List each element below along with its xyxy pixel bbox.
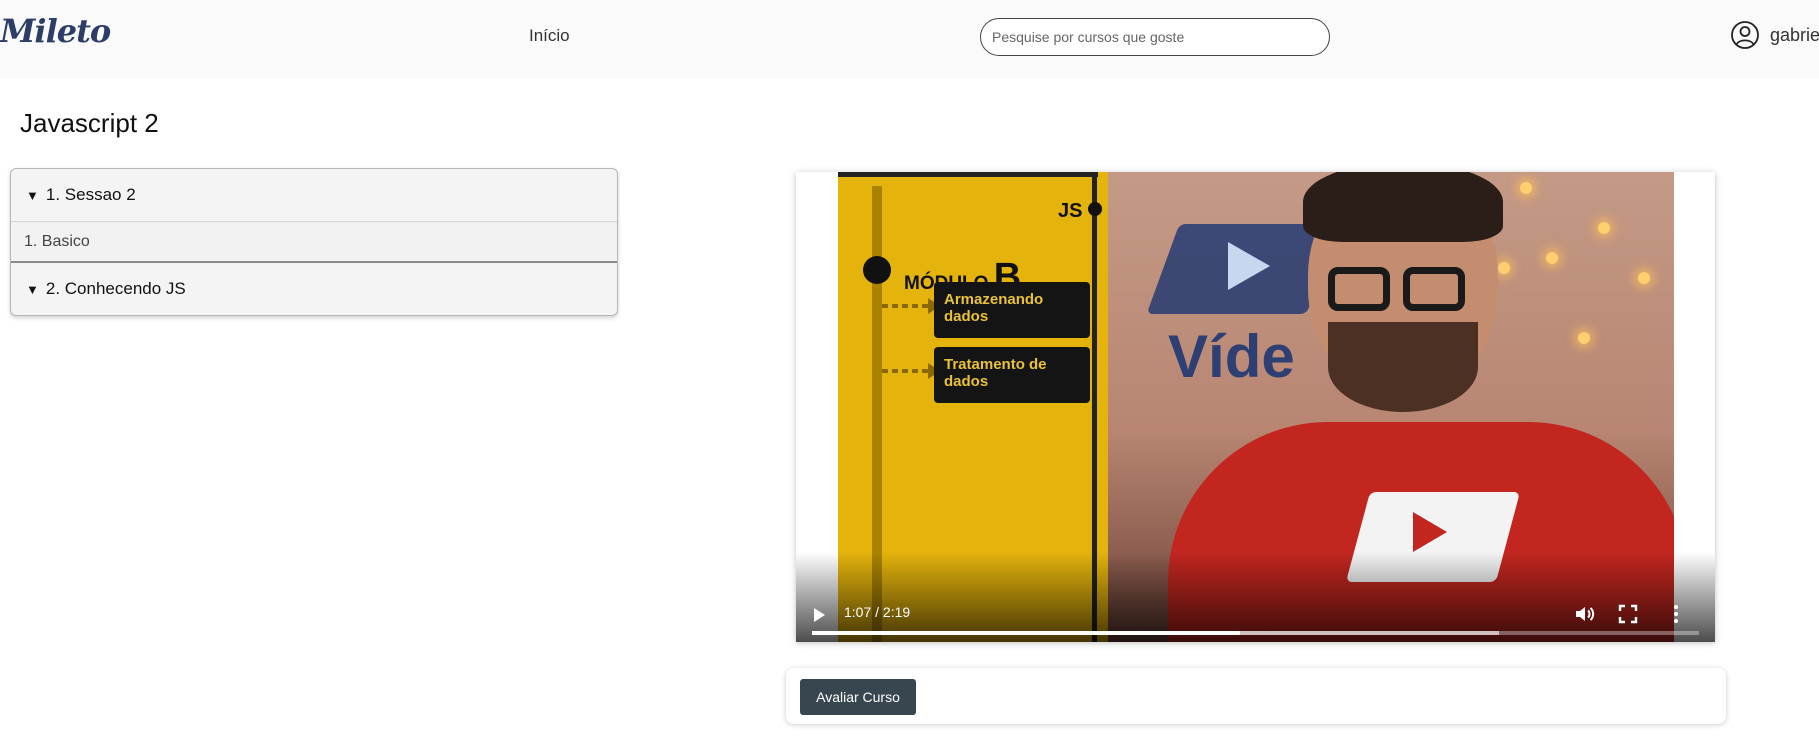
glasses-right bbox=[1403, 267, 1465, 311]
user-circle-icon bbox=[1731, 21, 1759, 49]
slide-arrow-icon bbox=[882, 363, 940, 379]
slide-item-box: Tratamento de dados bbox=[934, 347, 1090, 403]
section-label: 2. Conhecendo JS bbox=[45, 279, 186, 298]
sessions-accordion: ▼ 1. Sessao 2 1. Basico ▼ 2. Conhecendo … bbox=[10, 168, 618, 316]
slide-corner-dot bbox=[1088, 202, 1102, 216]
more-options-icon[interactable] bbox=[1664, 602, 1688, 626]
rate-course-button[interactable]: Avaliar Curso bbox=[800, 679, 916, 715]
lamp-light bbox=[1578, 332, 1590, 344]
username: gabriel bbox=[1770, 24, 1819, 45]
shirt-play-icon bbox=[1413, 512, 1447, 552]
nav-link-inicio[interactable]: Início bbox=[529, 26, 570, 46]
caret-down-icon: ▼ bbox=[26, 187, 39, 203]
lesson-item[interactable]: 1. Basico bbox=[11, 221, 617, 263]
section-label: 1. Sessao 2 bbox=[45, 185, 136, 204]
progress-played bbox=[812, 631, 1240, 635]
lamp-light bbox=[1520, 182, 1532, 194]
section-header-2[interactable]: ▼ 2. Conhecendo JS bbox=[11, 263, 617, 315]
rating-card: Avaliar Curso bbox=[786, 668, 1726, 724]
section-header-1[interactable]: ▼ 1. Sessao 2 bbox=[11, 169, 617, 221]
lamp-light bbox=[1598, 222, 1610, 234]
slide-item-box: Armazenando dados bbox=[934, 282, 1090, 338]
presenter-beard bbox=[1328, 322, 1478, 412]
lamp-light bbox=[1638, 272, 1650, 284]
glasses-left bbox=[1328, 267, 1390, 311]
volume-icon[interactable] bbox=[1573, 602, 1597, 626]
video-controls: 1:07 / 2:19 bbox=[796, 552, 1715, 642]
video-progress-bar[interactable] bbox=[812, 631, 1699, 635]
slide-js-label: JS bbox=[1058, 200, 1083, 222]
lamp-light bbox=[1546, 252, 1558, 264]
search-input[interactable] bbox=[980, 18, 1330, 56]
fullscreen-icon[interactable] bbox=[1616, 602, 1640, 626]
brand-logo[interactable]: Mileto bbox=[0, 12, 111, 50]
slide-timeline-dot bbox=[863, 256, 891, 284]
presenter-hair bbox=[1303, 172, 1503, 242]
wall-text: Víde bbox=[1168, 323, 1295, 390]
video-player[interactable]: JS MÓDULO B Armazenando dados Tratamento… bbox=[796, 172, 1715, 642]
top-navbar: Mileto Início gabriel bbox=[0, 0, 1819, 78]
slide-arrow-icon bbox=[882, 298, 940, 314]
lamp-light bbox=[1498, 262, 1510, 274]
caret-down-icon: ▼ bbox=[26, 281, 39, 297]
course-title: Javascript 2 bbox=[20, 108, 159, 138]
wall-play-icon bbox=[1228, 242, 1270, 290]
user-menu[interactable]: gabriel bbox=[1730, 20, 1819, 50]
play-icon[interactable] bbox=[814, 608, 825, 622]
slide-top-line bbox=[838, 172, 1098, 177]
time-display: 1:07 / 2:19 bbox=[844, 604, 911, 620]
